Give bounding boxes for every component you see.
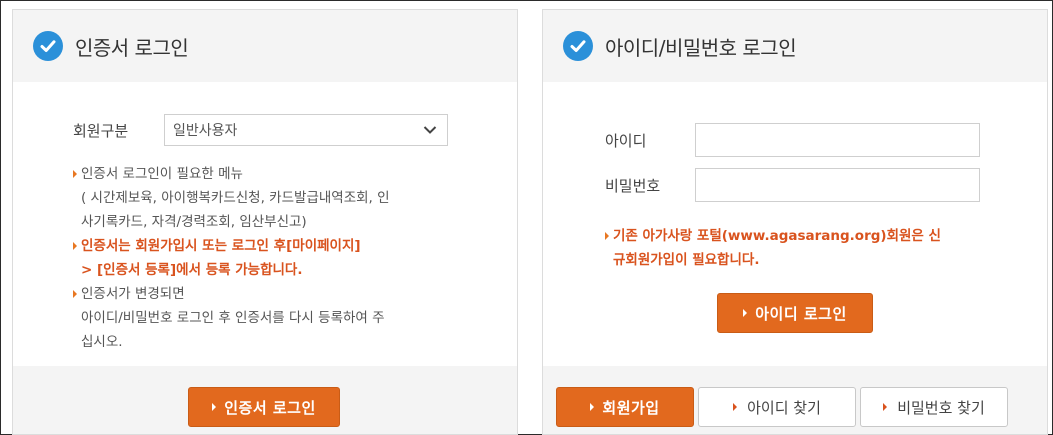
note-line: 십시오.	[81, 334, 123, 350]
note-line: > [인증서 등록]에서 등록 가능합니다.	[81, 262, 303, 278]
cert-login-panel: 인증서 로그인 회원구분 일반사용자 인증서 로그인이 필요한 메뉴 ( 시간제…	[12, 9, 518, 435]
notice-line: 기존 아가사랑 포털(www.agasarang.org)회원은 신	[613, 228, 941, 244]
password-row: 비밀번호	[605, 168, 980, 202]
id-login-button[interactable]: 아이디 로그인	[717, 293, 873, 333]
member-type-label: 회원구분	[73, 121, 129, 140]
cert-login-button-label: 인증서 로그인	[224, 398, 316, 417]
note-line: 인증서는 회원가입시 또는 로그인 후[마이페이지]	[81, 238, 361, 254]
password-input[interactable]	[695, 168, 980, 202]
check-circle-icon	[563, 31, 593, 61]
notice-line: 규회원가입이 필요합니다.	[613, 252, 760, 268]
check-circle-icon	[33, 31, 63, 61]
find-id-button-label: 아이디 찾기	[747, 398, 821, 417]
triangle-bullet-icon	[733, 403, 738, 411]
id-login-panel: 아이디/비밀번호 로그인 아이디 비밀번호 기존 아가사랑 포털(www.aga…	[542, 9, 1048, 435]
login-frame: 인증서 로그인 회원구분 일반사용자 인증서 로그인이 필요한 메뉴 ( 시간제…	[0, 0, 1053, 435]
cert-panel-header: 인증서 로그인	[13, 10, 517, 82]
triangle-bullet-icon	[590, 403, 595, 411]
cert-notes: 인증서 로그인이 필요한 메뉴 ( 시간제보육, 아이행복카드신청, 카드발급내…	[73, 162, 473, 354]
triangle-bullet-icon	[883, 403, 888, 411]
triangle-bullet-icon	[743, 309, 748, 317]
id-panel-title: 아이디/비밀번호 로그인	[605, 35, 797, 60]
triangle-bullet-icon	[212, 403, 217, 411]
legacy-member-notice: 기존 아가사랑 포털(www.agasarang.org)회원은 신 규회원가입…	[605, 224, 985, 272]
id-row: 아이디	[605, 123, 980, 157]
triangle-bullet-icon	[73, 242, 77, 250]
cert-panel-title: 인증서 로그인	[75, 35, 189, 60]
find-id-button[interactable]: 아이디 찾기	[698, 387, 856, 427]
chevron-down-icon	[423, 125, 437, 135]
id-panel-header: 아이디/비밀번호 로그인	[543, 10, 1047, 82]
triangle-bullet-icon	[73, 290, 77, 298]
password-label: 비밀번호	[605, 176, 661, 195]
id-label: 아이디	[605, 131, 647, 150]
triangle-bullet-icon	[73, 170, 77, 178]
member-type-selected: 일반사용자	[173, 123, 238, 139]
member-type-row: 회원구분 일반사용자	[73, 114, 448, 146]
note-menu-list: 인증서 로그인이 필요한 메뉴 ( 시간제보육, 아이행복카드신청, 카드발급내…	[73, 162, 473, 234]
join-button-label: 회원가입	[602, 398, 660, 417]
find-password-button-label: 비밀번호 찾기	[897, 398, 985, 417]
note-line: ( 시간제보육, 아이행복카드신청, 카드발급내역조회, 인	[81, 190, 390, 206]
note-line: 사기록카드, 자격/경력조회, 임산부신고)	[81, 214, 307, 230]
triangle-bullet-icon	[605, 232, 609, 240]
join-button[interactable]: 회원가입	[556, 387, 694, 427]
note-line: 인증서가 변경되면	[81, 286, 185, 302]
id-input[interactable]	[695, 123, 980, 157]
note-cert-change: 인증서가 변경되면 아이디/비밀번호 로그인 후 인증서를 다시 등록하여 주 …	[73, 282, 473, 354]
note-cert-register: 인증서는 회원가입시 또는 로그인 후[마이페이지] > [인증서 등록]에서 …	[73, 234, 473, 282]
note-line: 아이디/비밀번호 로그인 후 인증서를 다시 등록하여 주	[81, 310, 385, 326]
member-type-select[interactable]: 일반사용자	[164, 114, 448, 146]
cert-login-button[interactable]: 인증서 로그인	[188, 387, 340, 427]
find-password-button[interactable]: 비밀번호 찾기	[860, 387, 1008, 427]
id-login-button-label: 아이디 로그인	[755, 304, 847, 323]
note-line: 인증서 로그인이 필요한 메뉴	[81, 166, 243, 182]
